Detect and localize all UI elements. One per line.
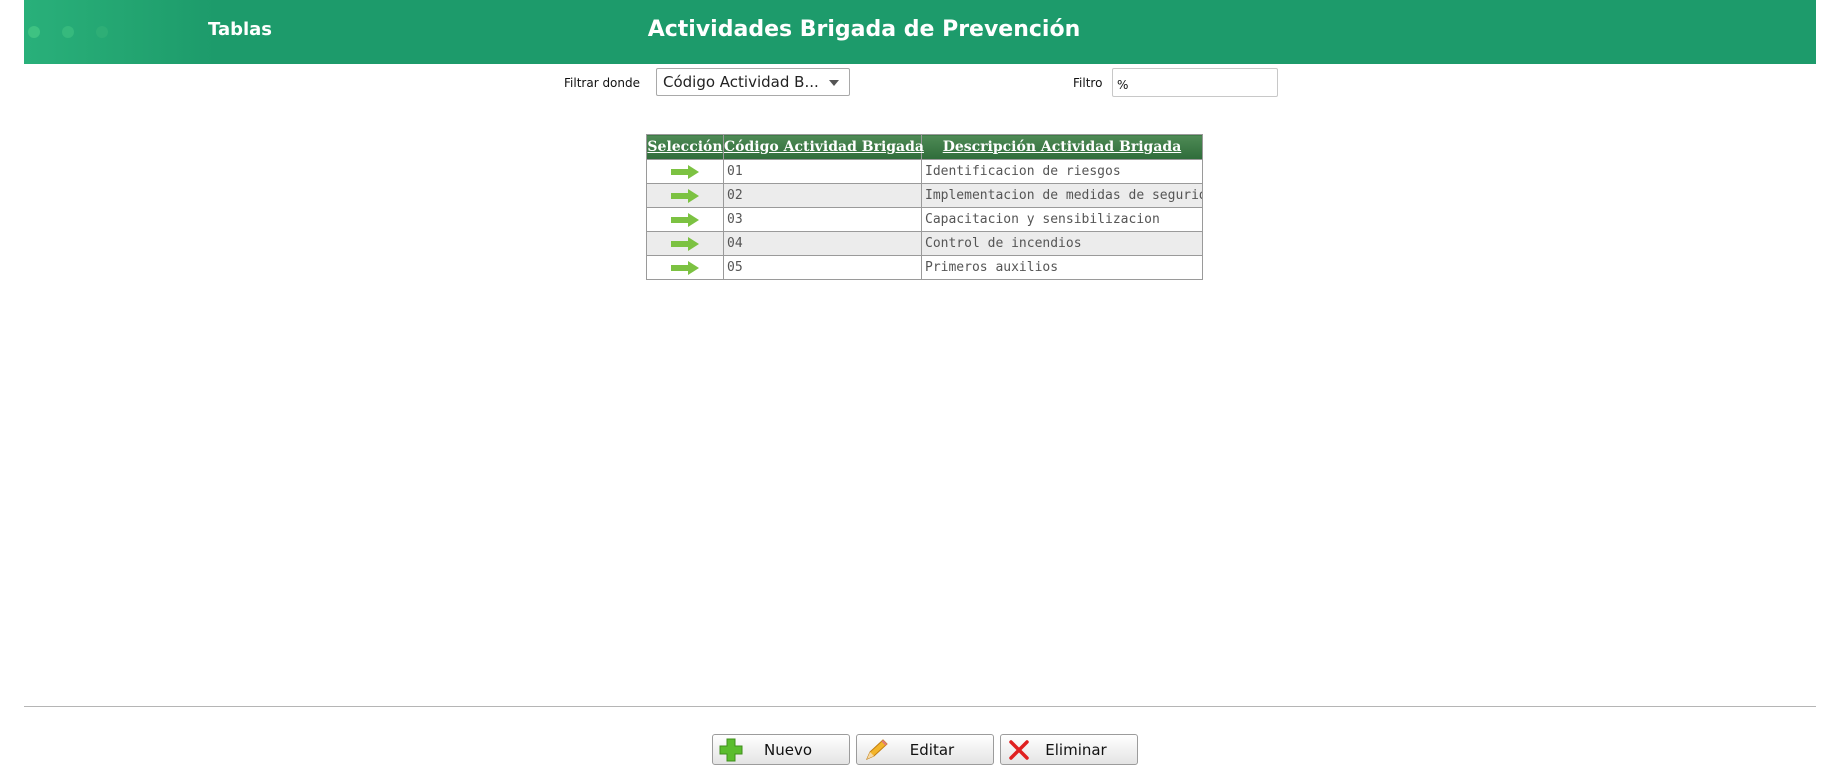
row-select-cell[interactable] (646, 207, 724, 232)
row-code-cell: 01 (723, 159, 922, 184)
table-body: 01 Identificacion de riesgos 02 Implementac… (646, 159, 1203, 280)
row-code-cell: 05 (723, 255, 922, 280)
arrow-right-icon[interactable] (670, 236, 700, 251)
header-bar: Tablas Actividades Brigada de Prevención (24, 0, 1816, 64)
row-code-cell: 03 (723, 207, 922, 232)
edit-button-label: Editar (909, 741, 955, 759)
column-header-codigo[interactable]: Código Actividad Brigada (723, 134, 924, 160)
table-row: 03 Capacitacion y sensibilizacion (646, 207, 1203, 232)
table-row: 05 Primeros auxilios (646, 255, 1203, 280)
page-title: Actividades Brigada de Prevención (647, 17, 1081, 42)
new-button-label: Nuevo (763, 741, 812, 759)
table-row: 01 Identificacion de riesgos (646, 159, 1203, 184)
divider (24, 706, 1816, 707)
arrow-right-icon[interactable] (670, 188, 700, 203)
filter-value-label: Filtro (1073, 76, 1103, 90)
arrow-right-icon[interactable] (670, 164, 700, 179)
filter-field-select[interactable]: Código Actividad B... (656, 68, 850, 96)
activities-table: Selección Código Actividad Brigada Descr… (646, 134, 1203, 280)
row-code-cell: 04 (723, 231, 922, 256)
row-description-cell: Identificacion de riesgos (921, 159, 1203, 184)
table-header-row: Selección Código Actividad Brigada Descr… (646, 134, 1203, 160)
chevron-down-icon (829, 80, 839, 86)
row-description-cell: Control de incendios (921, 231, 1203, 256)
row-description-cell: Capacitacion y sensibilizacion (921, 207, 1203, 232)
row-description-cell: Implementacion de medidas de seguridad (921, 183, 1203, 208)
row-select-cell[interactable] (646, 255, 724, 280)
column-header-seleccion[interactable]: Selección (646, 134, 724, 160)
delete-button-label: Eliminar (1045, 741, 1107, 759)
table-row: 04 Control de incendios (646, 231, 1203, 256)
delete-button[interactable]: Eliminar (1000, 734, 1138, 765)
filter-field-selected: Código Actividad B... (663, 73, 819, 91)
row-description-cell: Primeros auxilios (921, 255, 1203, 280)
arrow-right-icon[interactable] (670, 212, 700, 227)
table-row: 02 Implementacion de medidas de seguridad (646, 183, 1203, 208)
edit-button[interactable]: Editar (856, 734, 994, 765)
column-header-descripcion[interactable]: Descripción Actividad Brigada (921, 134, 1203, 160)
row-select-cell[interactable] (646, 159, 724, 184)
new-button[interactable]: Nuevo (712, 734, 850, 765)
row-code-cell: 02 (723, 183, 922, 208)
arrow-right-icon[interactable] (670, 260, 700, 275)
filter-field-label: Filtrar donde (564, 76, 641, 90)
row-select-cell[interactable] (646, 231, 724, 256)
filter-input[interactable] (1112, 68, 1278, 97)
row-select-cell[interactable] (646, 183, 724, 208)
